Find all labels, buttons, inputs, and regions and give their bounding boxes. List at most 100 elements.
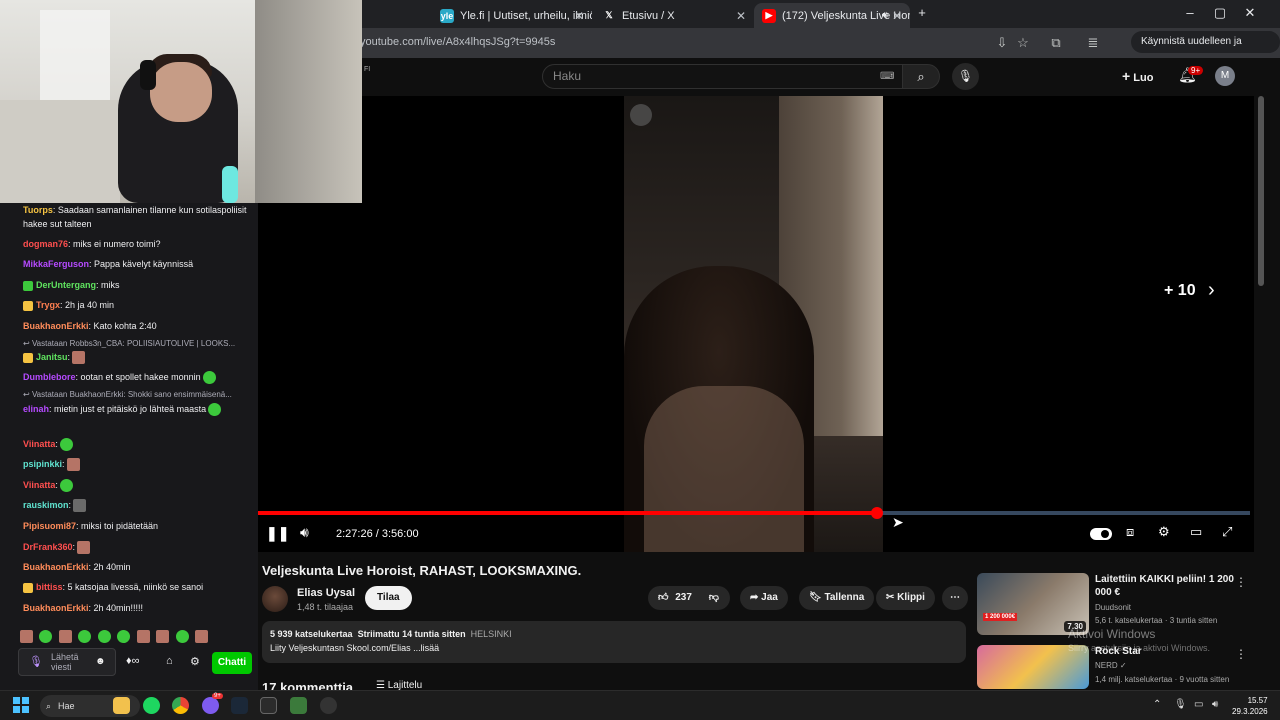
more-vert-icon[interactable]: ⋮ [1235, 575, 1247, 589]
emote-icon[interactable] [202, 371, 216, 385]
chat-username[interactable]: Trygx [36, 300, 60, 310]
chrome-icon[interactable] [172, 697, 189, 714]
mic-icon[interactable]: 🎙︎ [29, 655, 43, 668]
chat-username[interactable]: Dumblebore [23, 372, 76, 382]
obs-icon[interactable] [320, 697, 337, 714]
chat-username[interactable]: psipinkki [23, 459, 62, 469]
account-avatar[interactable]: M [1215, 66, 1235, 86]
tab-yle[interactable]: yle Yle.fi | Uutiset, urheilu, ilmiöt ✕ [432, 3, 592, 28]
volume-icon[interactable]: 🔊︎ [300, 524, 309, 541]
emote-icon[interactable] [136, 630, 150, 644]
emote-icon[interactable] [66, 458, 80, 472]
emote-icon[interactable] [73, 499, 87, 513]
emote-icon[interactable] [59, 438, 73, 452]
autoplay-toggle[interactable] [1090, 528, 1112, 540]
search-button[interactable]: ⌕ [902, 64, 940, 89]
mic-button[interactable]: 🎙︎ [952, 63, 979, 90]
channel-avatar[interactable] [262, 586, 288, 612]
tray-chevron-icon[interactable]: ⌃ [1153, 699, 1161, 710]
restart-update-button[interactable]: Käynnistä uudelleen ja päivitä [1131, 31, 1280, 69]
chat-reply-context[interactable]: ↩ Vastataan Robbs3n_CBA: POLIISIAUTOLIVE… [23, 339, 251, 348]
close-window-button[interactable]: ✕ [1240, 5, 1260, 21]
emote-icon[interactable] [195, 630, 209, 644]
subtitles-icon[interactable]: ⧈ [1126, 524, 1134, 540]
emote-icon[interactable] [208, 403, 222, 417]
emote-icon[interactable] [117, 630, 131, 644]
channel-name[interactable]: Elias Uysal [297, 587, 355, 599]
chat-username[interactable]: Janitsu [36, 352, 68, 362]
bookmark-star-icon[interactable]: ☆ [1014, 34, 1032, 52]
emote-icon[interactable] [72, 351, 86, 365]
chat-send-button[interactable]: Chatti [212, 652, 252, 674]
fullscreen-icon[interactable]: ⤢ [1222, 524, 1232, 540]
chat-username[interactable]: DerUntergang [36, 280, 96, 290]
reading-list-icon[interactable]: ≣ [1084, 34, 1102, 52]
emote-icon[interactable] [20, 630, 33, 644]
rec-title[interactable]: Laitettiin KAIKKI peliin! 1 200 000 € [1095, 573, 1235, 599]
chat-username[interactable]: Pipisuomi87 [23, 521, 76, 531]
emote-icon[interactable] [156, 630, 170, 644]
chat-username[interactable]: BuakhaonErkki [23, 321, 89, 331]
store-icon[interactable]: ⌂ [166, 655, 173, 667]
steam-icon[interactable] [231, 697, 248, 714]
close-icon[interactable]: ✕ [574, 9, 584, 23]
chat-reply-context[interactable]: ↩ Vastataan BuakhaonErkki: Shokki sano e… [23, 390, 251, 399]
chat-input[interactable]: 🎙︎ Lähetä viesti ☻ [18, 648, 116, 676]
page-scrollbar[interactable] [1258, 96, 1264, 286]
like-count[interactable]: 237 [675, 592, 692, 603]
file-explorer-icon[interactable] [113, 697, 130, 714]
progress-scrubber[interactable] [871, 507, 883, 519]
thumbs-down-icon[interactable]: 👎︎ [709, 592, 719, 603]
video-thumbnail[interactable]: 1 200 000€ 7.30 [977, 573, 1089, 635]
theater-mode-icon[interactable]: ▭ [1190, 524, 1202, 540]
keyboard-icon[interactable]: ⌨ [880, 71, 894, 82]
more-vert-icon[interactable]: ⋮ [1235, 647, 1247, 661]
install-icon[interactable]: ⇩ [993, 34, 1011, 52]
description-box[interactable]: 5 939 katselukertaa Striimattu 14 tuntia… [262, 621, 966, 663]
emoji-icon[interactable]: ☻ [95, 656, 106, 667]
chevron-right-icon[interactable]: › [1208, 279, 1215, 302]
new-tab-button[interactable]: + [912, 5, 932, 20]
chat-username[interactable]: rauskimon [23, 500, 69, 510]
bits-icon[interactable]: ♦∞ [126, 655, 139, 667]
subscribe-button[interactable]: Tilaa [365, 586, 412, 610]
emote-icon[interactable] [58, 630, 72, 644]
speaker-icon[interactable]: 🔊︎ [882, 10, 888, 21]
chat-username[interactable]: elinah [23, 404, 49, 414]
chat-username[interactable]: BuakhaonErkki [23, 562, 89, 572]
discord-icon[interactable] [202, 697, 219, 714]
save-button[interactable]: 🔖︎ Tallenna [799, 586, 875, 610]
more-actions-button[interactable]: ⋯ [942, 586, 968, 610]
tray-mic-icon[interactable]: 🎙︎ [1174, 699, 1187, 710]
chat-settings-gear-icon[interactable]: ⚙ [190, 655, 200, 668]
chat-username[interactable]: bittiss [36, 582, 63, 592]
tab-youtube[interactable]: ▶ (172) Veljeskunta Live Horo 🔊︎ ✕ [754, 3, 910, 28]
thumbs-up-icon[interactable]: 👍︎ [658, 592, 668, 603]
pause-icon[interactable]: ❚❚ [266, 525, 289, 542]
windows-start-icon[interactable] [13, 697, 29, 713]
chat-username[interactable]: MikkaFerguson [23, 259, 89, 269]
rec-channel[interactable]: Duudsonit [1095, 603, 1131, 612]
clip-button[interactable]: ✂ Klippi [876, 586, 935, 610]
emote-icon[interactable] [97, 630, 111, 644]
create-button[interactable]: + Luo [1122, 68, 1153, 84]
share-button[interactable]: ➦ Jaa [740, 586, 788, 610]
settings-gear-icon[interactable]: ⚙ [1158, 524, 1170, 540]
extensions-icon[interactable]: ⧉ [1047, 34, 1065, 52]
chat-username[interactable]: BuakhaonErkki [23, 603, 89, 613]
rec-channel[interactable]: NERD ✓ [1095, 661, 1127, 670]
emote-icon[interactable] [59, 479, 73, 493]
video-player[interactable]: + 10 › ❚❚ 🔊︎ 2:27:26 / 3:56:00 ⧈ ⚙ ▭ ⤢ [258, 96, 1254, 552]
url-field[interactable]: youtube.com/live/A8x4lhqsJSg?t=9945s [360, 36, 555, 48]
x-app-icon[interactable] [260, 697, 277, 714]
chat-username[interactable]: dogman76 [23, 239, 68, 249]
emote-icon[interactable] [39, 630, 53, 644]
emote-icon[interactable] [78, 630, 92, 644]
tab-x[interactable]: 𝕏 Etusivu / X ✕ [594, 3, 754, 28]
volume-tray-icon[interactable]: 🔊︎ [1212, 699, 1218, 710]
close-icon[interactable]: ✕ [736, 9, 746, 23]
maximize-button[interactable]: ▢ [1210, 5, 1230, 21]
taskbar-clock[interactable]: 15.57 29.3.2026 [1232, 695, 1268, 717]
chat-username[interactable]: Viinatta [23, 480, 55, 490]
spotify-icon[interactable] [143, 697, 160, 714]
